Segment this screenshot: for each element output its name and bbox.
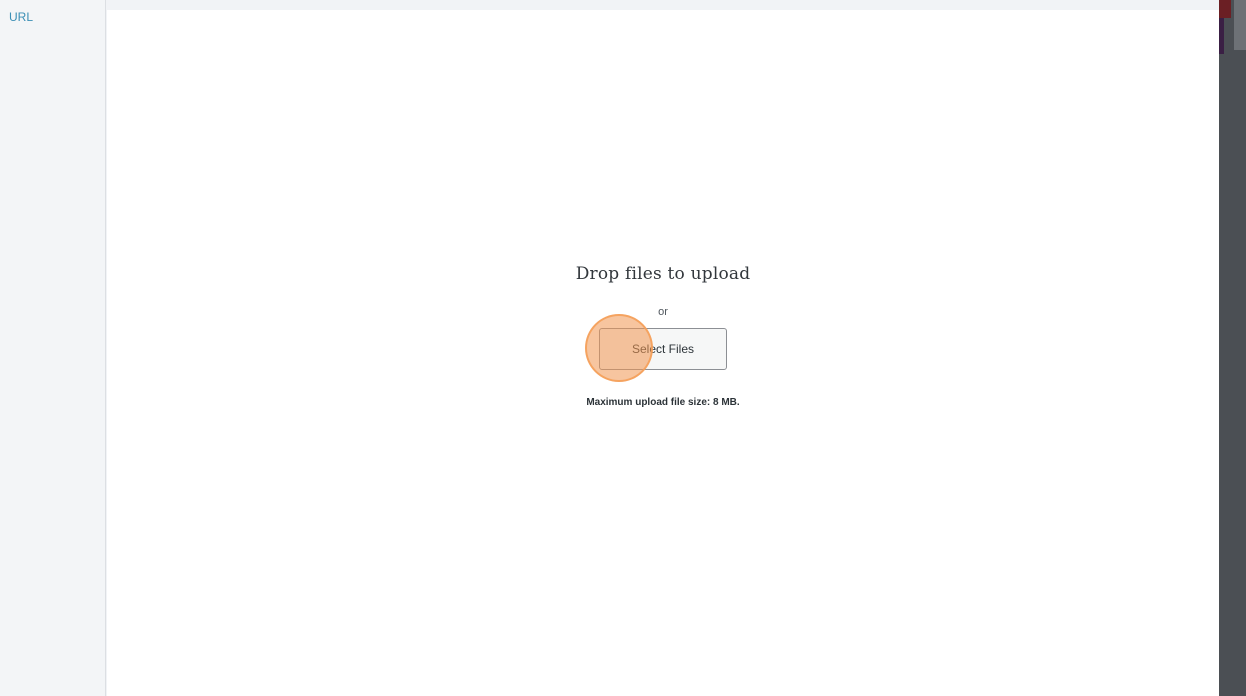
select-files-button[interactable]: Select Files	[599, 328, 727, 370]
drop-zone[interactable]: Drop files to upload or Select Files Max…	[107, 10, 1219, 696]
upload-or-text: or	[658, 306, 668, 318]
sidebar-url-link[interactable]: URL	[9, 10, 33, 24]
top-strip	[0, 0, 1219, 10]
upload-title: Drop files to upload	[575, 264, 751, 284]
right-overlay-panel	[1219, 0, 1246, 696]
right-scrollbar-thumb[interactable]	[1234, 0, 1246, 50]
max-upload-size-text: Maximum upload file size: 8 MB.	[586, 397, 740, 408]
media-sidebar: URL	[0, 0, 106, 696]
upload-panel: Drop files to upload or Select Files Max…	[107, 10, 1219, 696]
right-overlay-accent-red	[1219, 0, 1231, 18]
